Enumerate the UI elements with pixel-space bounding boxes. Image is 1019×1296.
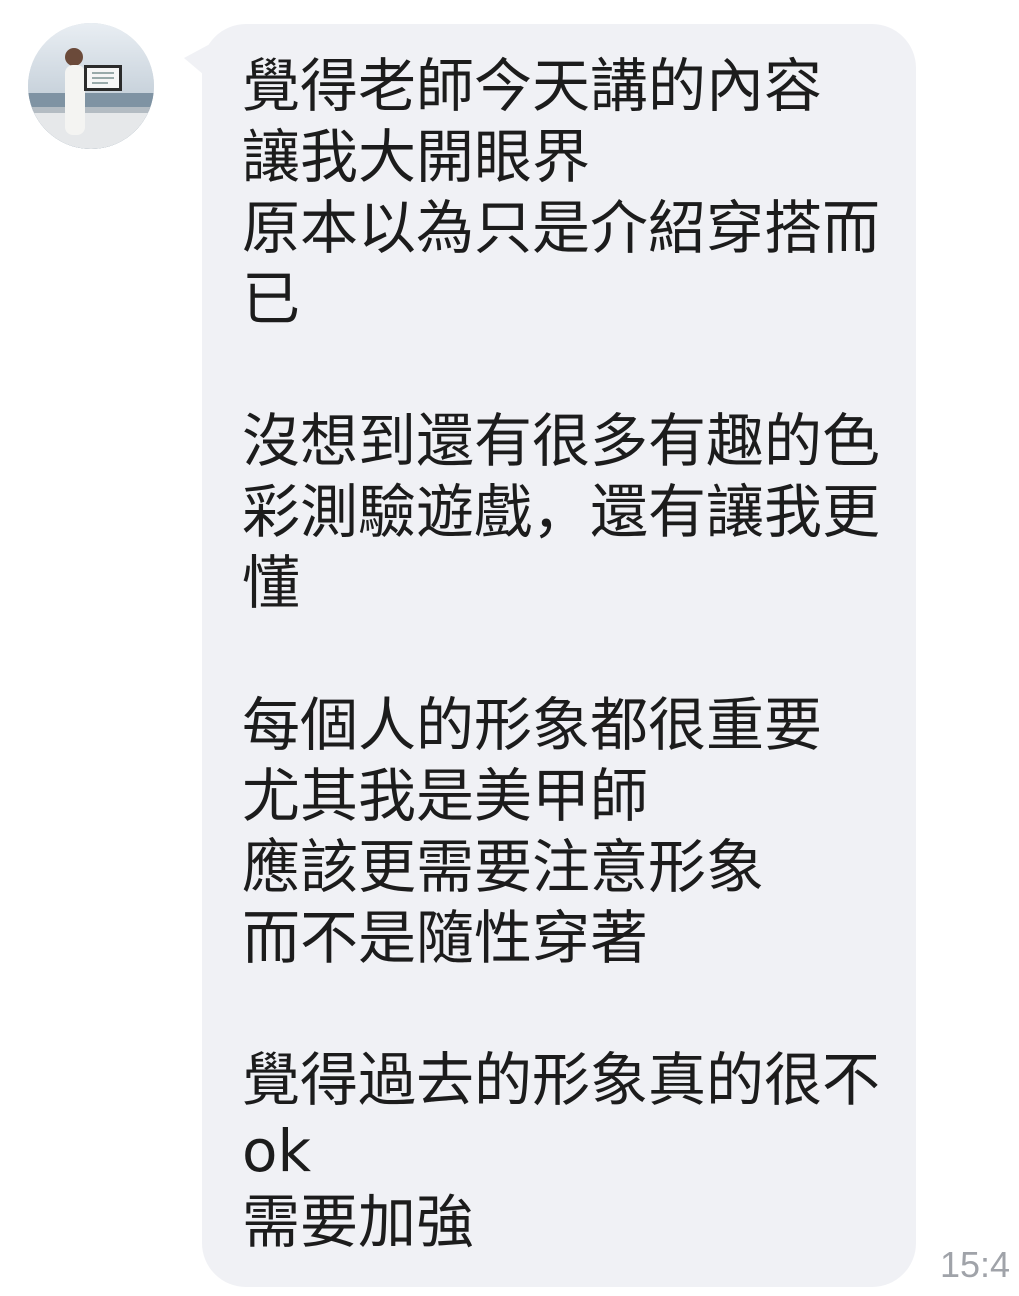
message-line: 而不是隨性穿著 [242, 904, 649, 972]
message-line: 讓我大開眼界 [242, 123, 591, 191]
message-line: 尤其我是美甲師 [242, 762, 649, 830]
message-timestamp: 15:4 [940, 1244, 1011, 1285]
message-line-blank [242, 619, 902, 690]
message-line: 已 [242, 265, 301, 333]
message-line: 覺得老師今天講的內容 [242, 52, 823, 120]
message-line: 覺得過去的形象真的很不 [242, 1046, 881, 1114]
sender-avatar[interactable] [28, 23, 154, 149]
message-line: 原本以為只是介紹穿搭而 [242, 194, 881, 262]
user-avatar-photo-icon [28, 23, 154, 149]
message-line: 彩測驗遊戲，還有讓我更 [242, 478, 881, 546]
message-line-blank [242, 335, 902, 406]
message-line-blank [242, 974, 902, 1045]
message-line: 每個人的形象都很重要 [242, 691, 823, 759]
message-line: 沒想到還有很多有趣的色 [242, 407, 881, 475]
message-line: 需要加強 [242, 1188, 475, 1256]
message-text: 覺得老師今天講的內容 讓我大開眼界 原本以為只是介紹穿搭而 已 沒想到還有很多有… [242, 51, 902, 1258]
message-line: 應該更需要注意形象 [242, 833, 765, 901]
message-line: ok [242, 1117, 312, 1185]
message-line: 懂 [242, 549, 301, 617]
